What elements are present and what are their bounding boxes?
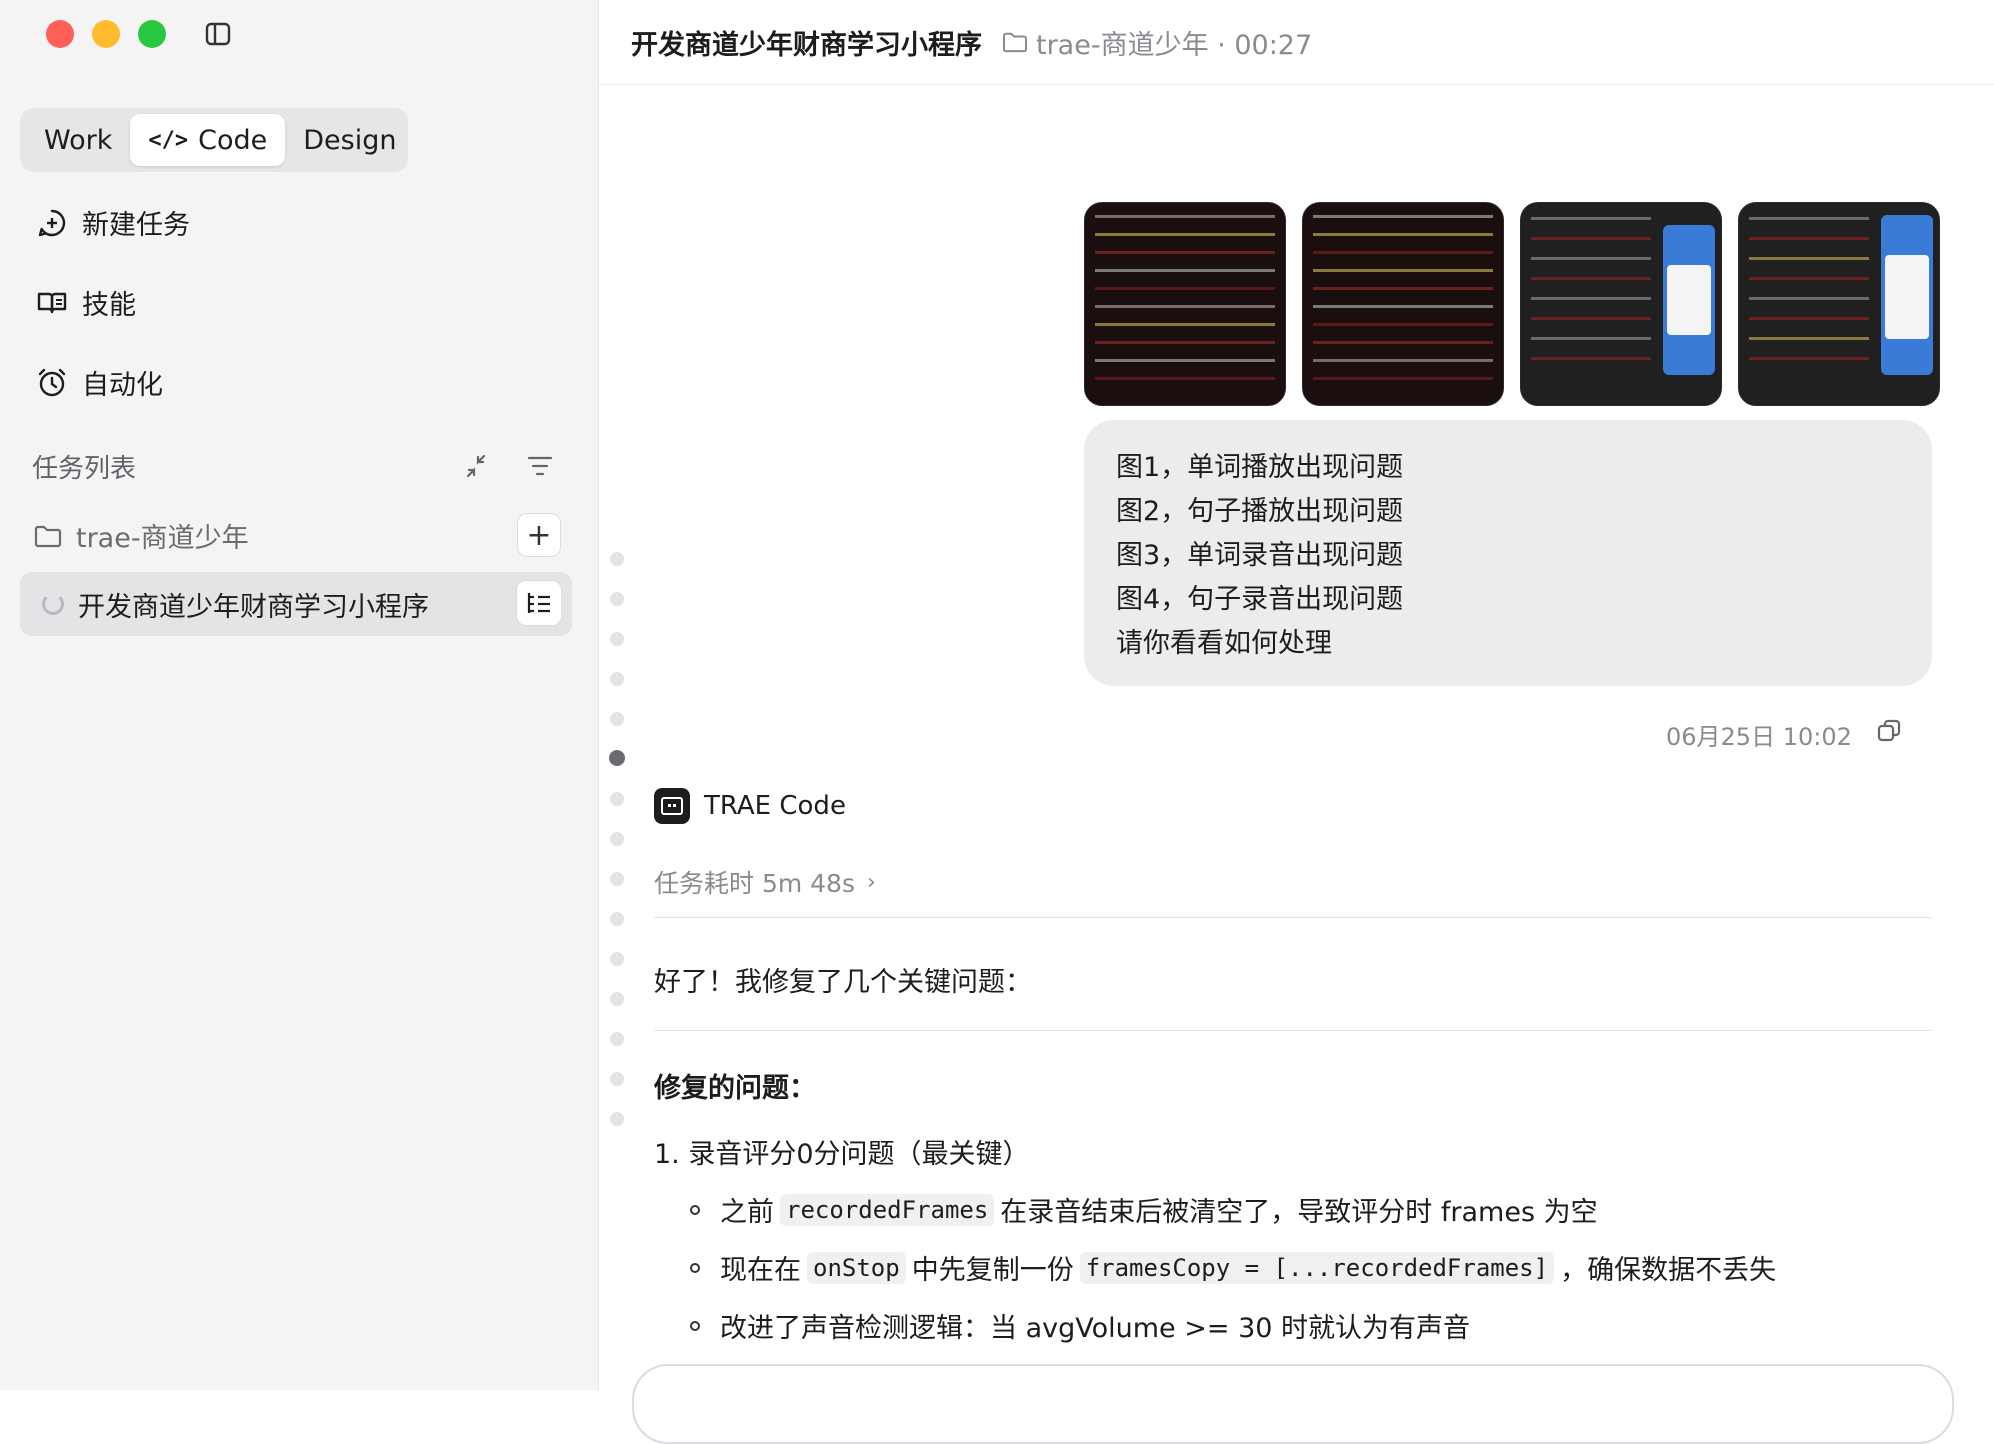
task-header: 开发商道少年财商学习小程序 trae-商道少年 · 00:27	[599, 0, 1994, 85]
mode-switcher: Work </> Code Design	[20, 108, 408, 172]
list-item: 现在在 onStop 中先复制一份 framesCopy = [...recor…	[690, 1248, 1776, 1287]
timeline-dot[interactable]	[610, 912, 624, 926]
mode-design[interactable]: Design	[285, 114, 414, 166]
agent-name: TRAE Code	[704, 791, 846, 821]
timeline-dot[interactable]	[610, 792, 624, 806]
attachment-thumbnails	[1084, 202, 1940, 406]
project-folder-label: trae-商道少年	[76, 523, 249, 554]
collapse-icon[interactable]	[462, 452, 490, 480]
timeline-dot[interactable]	[610, 632, 624, 646]
bullet-icon	[690, 1204, 700, 1215]
timeline-dot[interactable]	[610, 952, 624, 966]
list-item-text: 改进了声音检测逻辑：当 avgVolume >= 30 时就认为有声音	[720, 1313, 1471, 1344]
task-list-title: 任务列表	[32, 454, 137, 484]
bullet-icon	[690, 1320, 700, 1331]
list-item-text: ，确保数据不丢失	[1560, 1255, 1777, 1286]
timeline-dot[interactable]	[610, 1072, 624, 1086]
attachment-thumbnail[interactable]	[1738, 202, 1940, 406]
timeline-dot[interactable]	[610, 672, 624, 686]
task-list-button[interactable]	[516, 580, 562, 626]
user-message-line: 请你看看如何处理	[1116, 628, 1332, 659]
divider	[654, 917, 1932, 918]
user-message-line: 图4，句子录音出现问题	[1116, 584, 1404, 615]
timeline-dot-active[interactable]	[609, 750, 625, 766]
nav-new-task[interactable]: 新建任务	[36, 203, 190, 242]
task-duration[interactable]: 任务耗时 5m 48s ›	[654, 864, 876, 900]
mode-code-label: Code	[198, 124, 268, 156]
list-item-text: 在录音结束后被清空了，导致评分时 frames 为空	[1000, 1197, 1598, 1228]
nav-new-task-label: 新建任务	[82, 210, 190, 241]
nav-skills[interactable]: 技能	[36, 283, 136, 322]
inline-code: onStop	[807, 1251, 906, 1284]
task-list-icon	[527, 593, 550, 613]
copy-icon[interactable]	[1876, 718, 1902, 744]
user-message-line: 图1，单词播放出现问题	[1116, 452, 1404, 483]
timeline-dot[interactable]	[610, 592, 624, 606]
bullet-icon	[690, 1262, 700, 1273]
timeline-dot[interactable]	[610, 1112, 624, 1126]
zoom-window-button[interactable]	[138, 20, 166, 48]
attachment-thumbnail[interactable]	[1302, 202, 1504, 406]
agent-intro: 好了！我修复了几个关键问题：	[654, 967, 1032, 998]
add-task-button[interactable]: +	[517, 513, 561, 557]
attachment-thumbnail[interactable]	[1520, 202, 1722, 406]
timeline-dot[interactable]	[610, 872, 624, 886]
nav-automation-label: 自动化	[82, 370, 163, 401]
page-title: 开发商道少年财商学习小程序	[631, 29, 982, 61]
message-timestamp: 06月25日 10:02	[1666, 723, 1852, 751]
user-message-line: 图3，单词录音出现问题	[1116, 540, 1404, 571]
project-folder[interactable]: trae-商道少年	[34, 516, 249, 555]
list-item: 改进了声音检测逻辑：当 avgVolume >= 30 时就认为有声音	[690, 1306, 1470, 1345]
new-task-icon	[38, 209, 66, 236]
chat-input[interactable]	[632, 1364, 1954, 1444]
user-message-line: 图2，句子播放出现问题	[1116, 496, 1404, 527]
nav-skills-label: 技能	[82, 290, 136, 321]
inline-code: recordedFrames	[780, 1193, 995, 1226]
mode-work[interactable]: Work	[26, 114, 130, 166]
task-meta: trae-商道少年 · 00:27	[1002, 23, 1312, 62]
window-controls	[46, 20, 166, 48]
folder-icon	[1002, 32, 1028, 53]
divider	[654, 1030, 1932, 1031]
section-heading: 修复的问题：	[654, 1073, 816, 1104]
task-duration-label: 任务耗时 5m 48s	[654, 869, 855, 898]
agent-header: TRAE Code	[654, 788, 846, 824]
mode-code[interactable]: </> Code	[130, 114, 286, 166]
filter-icon[interactable]	[526, 452, 554, 480]
timeline-dot[interactable]	[610, 712, 624, 726]
task-meta-text: trae-商道少年 · 00:27	[1036, 29, 1313, 61]
close-window-button[interactable]	[46, 20, 74, 48]
timeline-dot[interactable]	[610, 832, 624, 846]
nav-automation[interactable]: 自动化	[36, 363, 163, 402]
automation-icon	[38, 368, 66, 396]
timeline-dot[interactable]	[610, 552, 624, 566]
chevron-right-icon: ›	[867, 869, 876, 895]
list-item-text: 现在在	[720, 1255, 801, 1286]
timeline-dot[interactable]	[610, 1032, 624, 1046]
sidebar: Work </> Code Design 新建任务 技能 自动化 任务列表 tr…	[0, 0, 599, 1390]
list-item-heading: 1. 录音评分0分问题（最关键）	[654, 1139, 1030, 1170]
plus-icon: +	[526, 517, 552, 553]
code-icon: </>	[148, 127, 189, 153]
sidebar-toggle-icon[interactable]	[205, 22, 231, 46]
skills-icon	[37, 292, 67, 313]
timeline-dot[interactable]	[610, 992, 624, 1006]
minimize-window-button[interactable]	[92, 20, 120, 48]
list-item-text: 中先复制一份	[911, 1255, 1074, 1286]
folder-icon	[34, 525, 62, 547]
spinner-icon	[42, 593, 64, 615]
inline-code: framesCopy = [...recordedFrames]	[1079, 1251, 1555, 1284]
user-message: 图1，单词播放出现问题 图2，句子播放出现问题 图3，单词录音出现问题 图4，句…	[1084, 420, 1932, 686]
list-item-text: 之前	[720, 1197, 774, 1228]
list-item: 之前 recordedFrames 在录音结束后被清空了，导致评分时 frame…	[690, 1190, 1598, 1229]
task-item[interactable]: 开发商道少年财商学习小程序	[20, 572, 572, 636]
attachment-thumbnail[interactable]	[1084, 202, 1286, 406]
task-item-label: 开发商道少年财商学习小程序	[78, 591, 429, 623]
agent-icon	[654, 788, 690, 824]
